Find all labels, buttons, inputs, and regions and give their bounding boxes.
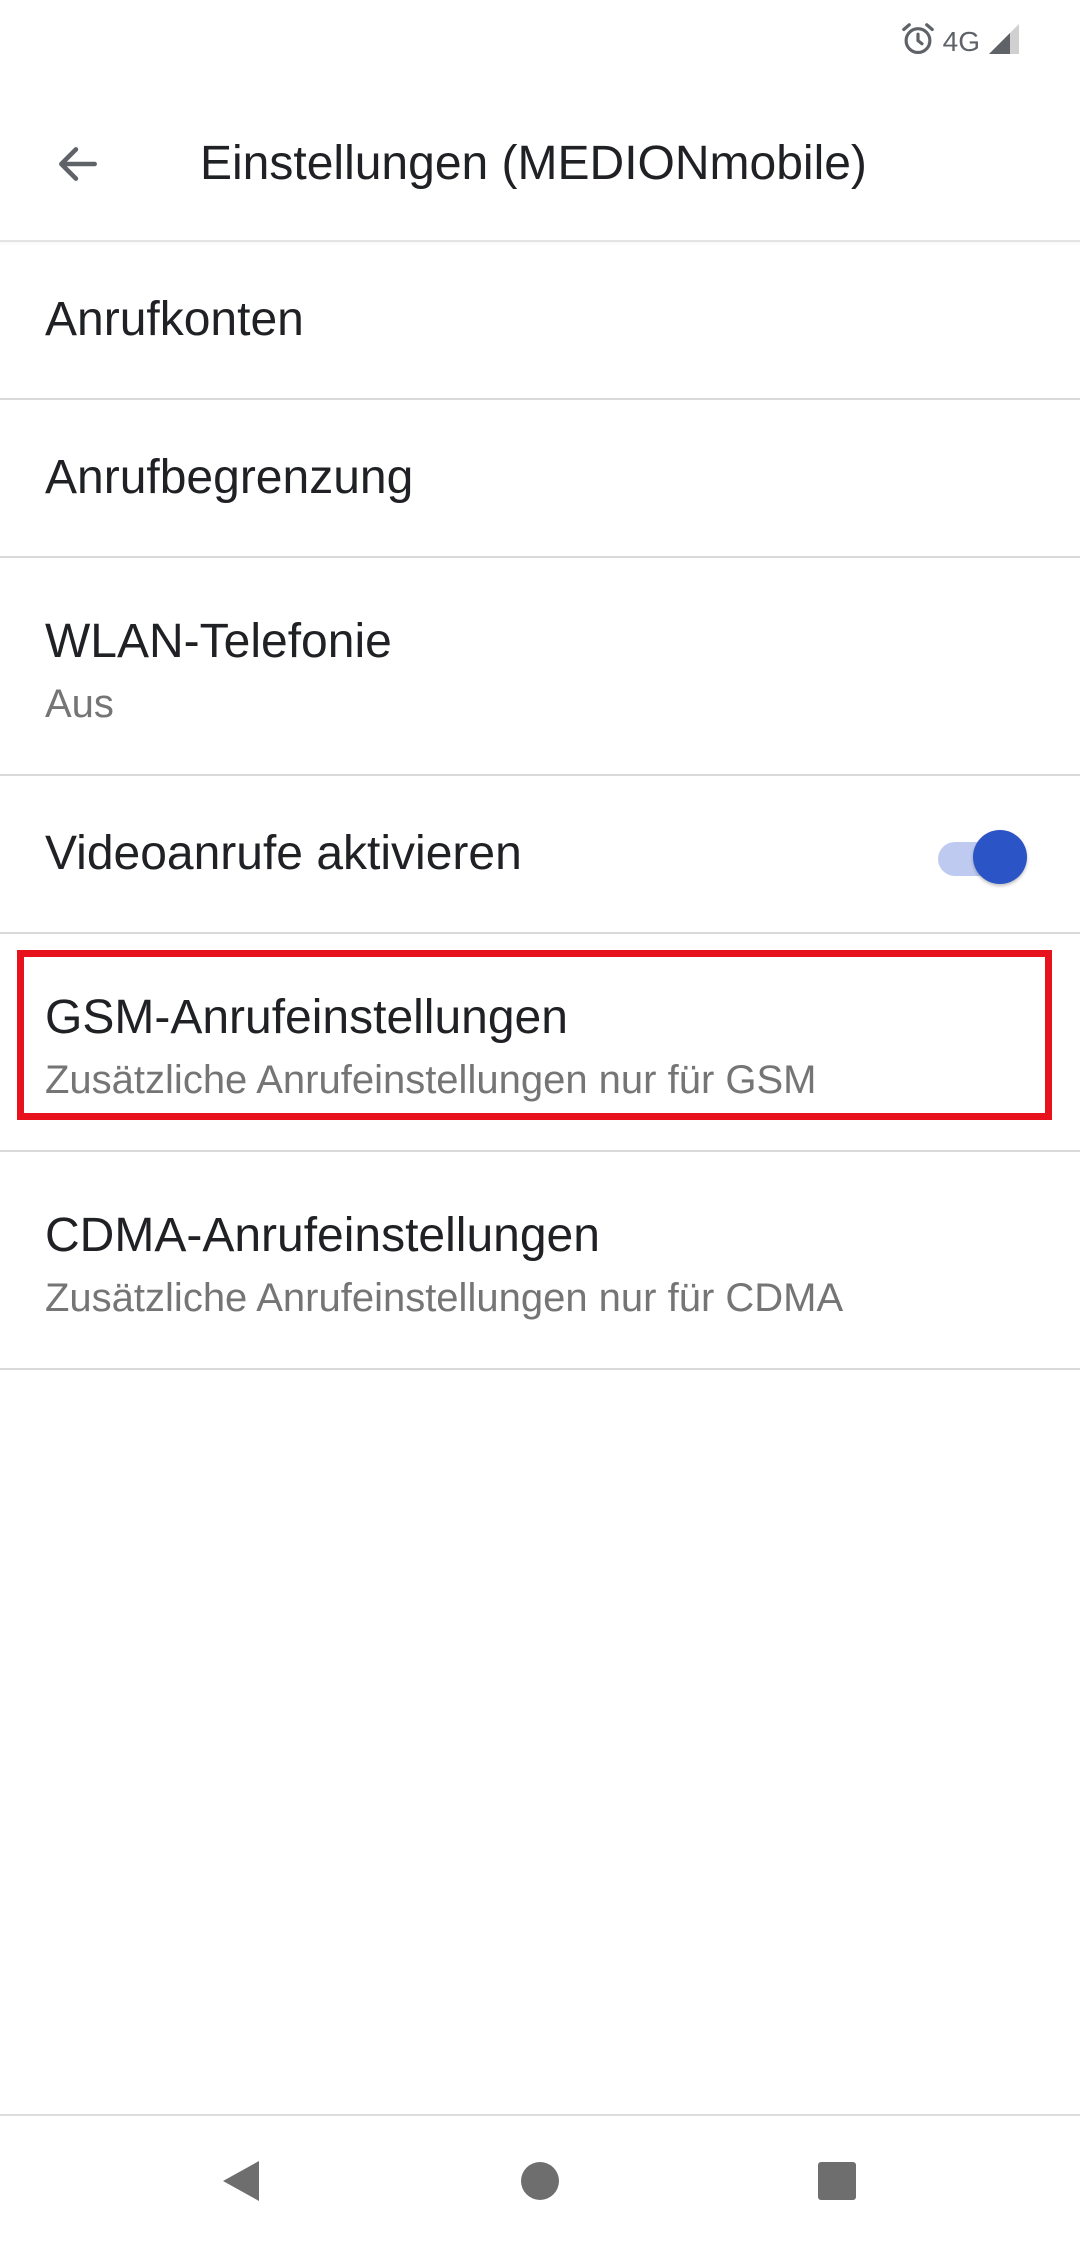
settings-item-title: GSM-Anrufeinstellungen bbox=[45, 991, 568, 1044]
settings-item-videoanrufe[interactable]: Videoanrufe aktivieren bbox=[0, 776, 1080, 934]
back-button[interactable] bbox=[40, 126, 116, 202]
nav-home-button[interactable] bbox=[495, 2136, 585, 2226]
page-title: Einstellungen (MEDIONmobile) bbox=[200, 137, 867, 190]
settings-item-title: Anrufbegrenzung bbox=[45, 451, 414, 504]
settings-item-anrufkonten[interactable]: Anrufkonten bbox=[0, 242, 1080, 400]
status-bar: 4G bbox=[0, 0, 1080, 86]
nav-back-button[interactable] bbox=[196, 2136, 286, 2226]
home-circle-icon bbox=[521, 2162, 559, 2200]
network-type-label: 4G bbox=[942, 25, 980, 57]
video-calls-toggle[interactable] bbox=[938, 828, 1028, 884]
settings-item-anrufbegrenzung[interactable]: Anrufbegrenzung bbox=[0, 400, 1080, 558]
app-bar: Einstellungen (MEDIONmobile) bbox=[0, 86, 1080, 242]
settings-item-gsm-anrufeinstellungen[interactable]: GSM-Anrufeinstellungen Zusätzliche Anruf… bbox=[0, 934, 1080, 1152]
settings-item-title: WLAN-Telefonie bbox=[45, 615, 392, 668]
signal-icon bbox=[986, 21, 1022, 62]
settings-item-title: CDMA-Anrufeinstellungen bbox=[45, 1209, 600, 1262]
settings-item-summary: Aus bbox=[45, 682, 114, 726]
nav-recents-button[interactable] bbox=[792, 2136, 882, 2226]
alarm-icon bbox=[899, 20, 937, 63]
settings-list: Anrufkonten Anrufbegrenzung WLAN-Telefon… bbox=[0, 242, 1080, 1370]
navigation-bar bbox=[0, 2114, 1080, 2246]
status-icons: 4G bbox=[899, 20, 1022, 63]
arrow-left-icon bbox=[59, 147, 97, 181]
settings-item-summary: Zusätzliche Anrufeinstellungen nur für C… bbox=[45, 1276, 844, 1320]
back-triangle-icon bbox=[223, 2161, 259, 2201]
settings-item-wlan-telefonie[interactable]: WLAN-Telefonie Aus bbox=[0, 558, 1080, 776]
settings-item-cdma-anrufeinstellungen[interactable]: CDMA-Anrufeinstellungen Zusätzliche Anru… bbox=[0, 1152, 1080, 1370]
settings-item-summary: Zusätzliche Anrufeinstellungen nur für G… bbox=[45, 1058, 817, 1102]
settings-item-title: Anrufkonten bbox=[45, 293, 304, 346]
toggle-thumb bbox=[973, 830, 1027, 884]
recents-square-icon bbox=[818, 2162, 856, 2200]
phone-screen: 4G Einstellungen (MEDIONmobile) Anrufkon… bbox=[0, 0, 1080, 2246]
settings-item-title: Videoanrufe aktivieren bbox=[45, 827, 522, 880]
